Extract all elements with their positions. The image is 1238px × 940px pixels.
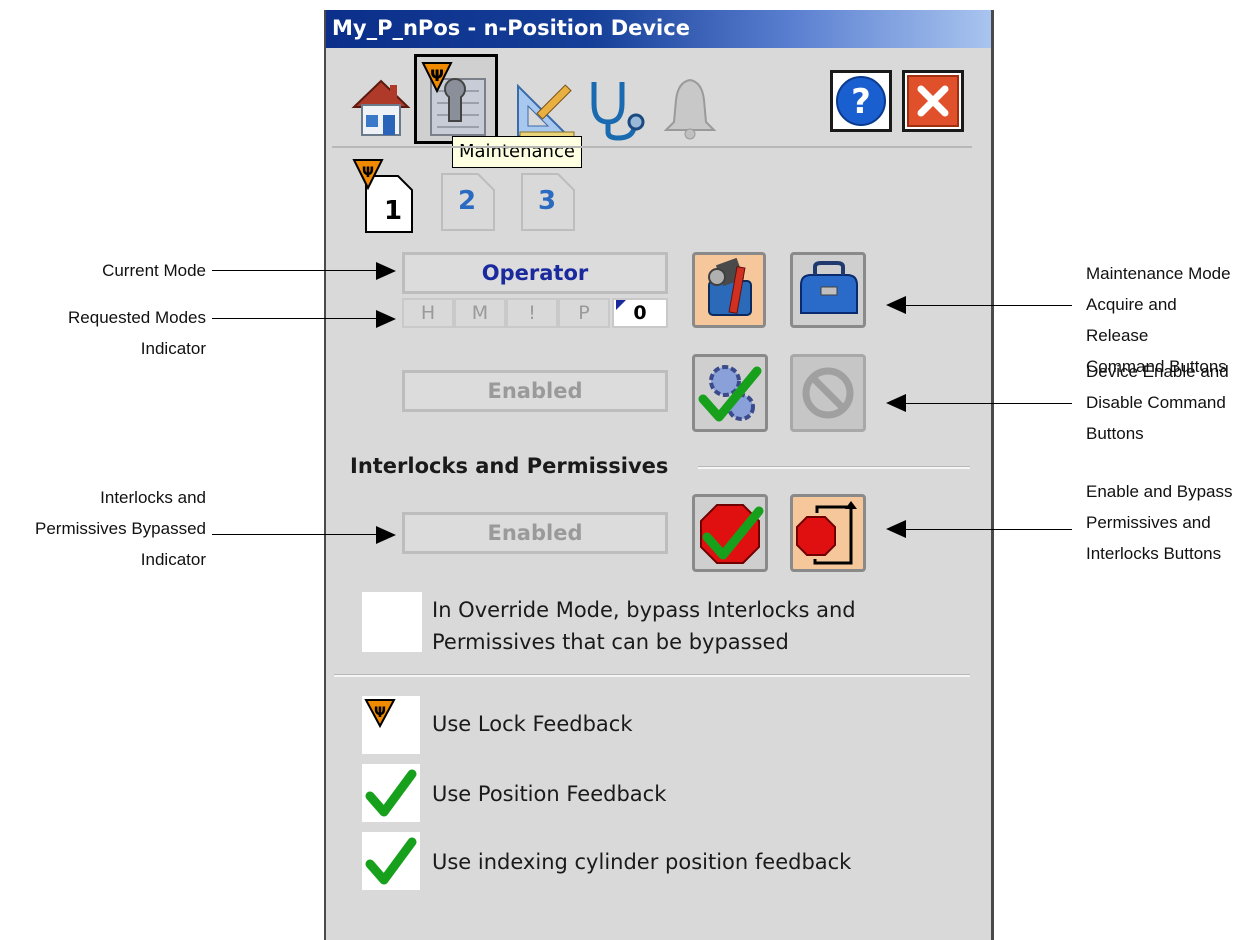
current-mode-indicator: Operator	[402, 252, 668, 294]
use-position-feedback-label: Use Position Feedback	[432, 782, 667, 806]
help-button[interactable]: ?	[830, 70, 892, 132]
stethoscope-icon[interactable]	[584, 76, 646, 142]
device-enable-button[interactable]	[692, 354, 768, 432]
page-tab-3[interactable]: 3	[520, 172, 576, 232]
use-indexing-feedback-label: Use indexing cylinder position feedback	[432, 850, 852, 874]
callout-text: Disable Command	[1086, 393, 1226, 412]
callout-line	[896, 529, 1072, 530]
use-position-feedback-checkbox[interactable]	[362, 764, 420, 822]
override-bypass-label-line2: Permissives that can be bypassed	[432, 630, 789, 654]
callout-text: Buttons	[1086, 424, 1144, 443]
arrow-right-icon	[376, 262, 396, 280]
callout-interlocks-bypassed: Interlocks and Permissives Bypassed Indi…	[35, 482, 206, 575]
page-tab-1[interactable]: Ψ 1	[352, 158, 416, 234]
requested-mode-p: P	[558, 298, 610, 328]
interlocks-bypassed-indicator: Enabled	[402, 512, 668, 554]
use-indexing-feedback-checkbox[interactable]	[362, 832, 420, 890]
window-title: My_P_nPos - n-Position Device	[332, 16, 690, 40]
svg-text:Ψ: Ψ	[430, 66, 444, 85]
callout-requested-modes: Requested Modes Indicator	[68, 308, 206, 358]
callout-device-enable: Device Enable and Disable Command Button…	[1086, 356, 1229, 449]
page-tab-1-label: 1	[384, 196, 403, 226]
engineering-icon[interactable]	[514, 80, 576, 142]
tooltip: Maintenance	[452, 136, 582, 168]
callout-text: Maintenance Mode	[1086, 264, 1231, 283]
callout-line	[212, 270, 388, 271]
callout-text: Interlocks and	[100, 488, 206, 507]
stop-bypass-icon	[796, 501, 857, 565]
interlocks-divider	[698, 466, 970, 469]
svg-text:?: ?	[851, 82, 871, 122]
callout-text: Enable and Bypass	[1086, 482, 1233, 501]
checkmark-icon	[365, 769, 417, 817]
arrow-right-icon	[376, 310, 396, 328]
callout-enable-bypass: Enable and Bypass Permissives and Interl…	[1086, 476, 1233, 569]
callout-text: Indicator	[140, 550, 206, 569]
device-state-indicator: Enabled	[402, 370, 668, 412]
toolbox-icon	[800, 261, 858, 314]
callout-text: Device Enable and	[1086, 362, 1229, 381]
arrow-right-icon	[376, 526, 396, 544]
bell-icon[interactable]	[662, 76, 718, 140]
tab-maintenance[interactable]: Ψ	[414, 54, 498, 144]
callout-text: Interlocks Buttons	[1086, 544, 1222, 563]
callout-text: Permissives Bypassed	[34, 519, 206, 538]
override-bypass-label-line1: In Override Mode, bypass Interlocks and	[432, 598, 856, 622]
callout-line	[896, 305, 1072, 306]
use-lock-feedback-checkbox[interactable]: Ψ	[362, 696, 420, 754]
corner-marker-icon	[616, 300, 626, 310]
page-tab-2[interactable]: 2	[440, 172, 496, 232]
title-bar: My_P_nPos - n-Position Device	[326, 10, 991, 48]
maintenance-release-button[interactable]	[790, 252, 866, 328]
requested-mode-bang: !	[506, 298, 558, 328]
close-button[interactable]	[902, 70, 964, 132]
requested-count-value: 0	[633, 302, 647, 324]
interlocks-heading: Interlocks and Permissives	[350, 454, 669, 478]
override-bypass-checkbox[interactable]	[362, 592, 422, 652]
home-icon[interactable]	[350, 75, 412, 139]
toolbar-divider	[332, 146, 972, 148]
maintenance-acquire-icon	[708, 257, 752, 316]
close-icon	[907, 75, 959, 127]
checkmark-icon	[365, 837, 417, 885]
requested-mode-m: M	[454, 298, 506, 328]
callout-current-mode: Current Mode	[102, 261, 206, 280]
callout-line	[212, 318, 388, 319]
svg-text:Ψ: Ψ	[362, 165, 374, 181]
page-tab-2-label: 2	[458, 186, 477, 216]
enable-gear-check-icon	[698, 365, 762, 422]
enable-permissives-button[interactable]	[692, 494, 768, 572]
options-divider	[334, 674, 970, 677]
callout-text: Permissives and	[1086, 513, 1211, 532]
callout-line	[896, 403, 1072, 404]
lock-maintenance-icon: Ψ	[364, 699, 396, 729]
page-tab-3-label: 3	[538, 186, 557, 216]
svg-text:Ψ: Ψ	[374, 705, 386, 721]
bypass-permissives-button[interactable]	[790, 494, 866, 572]
requested-count: 0	[612, 298, 668, 328]
callout-text: Acquire and Release	[1086, 295, 1177, 345]
help-icon: ?	[836, 76, 886, 126]
requested-mode-h: H	[402, 298, 454, 328]
maintenance-acquire-button[interactable]	[692, 252, 766, 328]
disable-icon	[802, 367, 854, 419]
callout-line	[212, 534, 388, 535]
faceplate-window: My_P_nPos - n-Position Device Ψ ? Mainte…	[324, 10, 994, 940]
requested-modes-indicator: H M ! P 0	[402, 298, 668, 328]
stop-check-icon	[700, 504, 764, 564]
device-disable-button[interactable]	[790, 354, 866, 432]
use-lock-feedback-label: Use Lock Feedback	[432, 712, 633, 736]
